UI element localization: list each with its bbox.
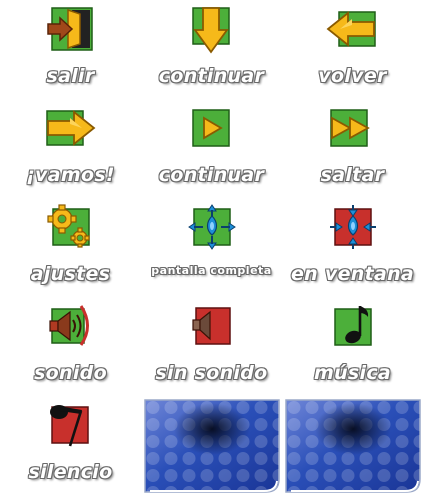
button-vamos[interactable]: ¡vamos! [0,99,141,198]
exit-door-icon [46,7,96,51]
button-ajustes[interactable]: ajustes [0,198,141,297]
button-label: volver [318,65,387,87]
button-label: salir [46,65,95,87]
button-silencio[interactable]: silencio [0,396,141,495]
button-label: sonido [34,362,107,384]
button-label: sin sonido [155,362,268,384]
button-sonido[interactable]: sonido [0,297,141,396]
button-label: música [313,362,392,384]
speaker-off-icon [192,307,232,345]
skip-icon [328,109,378,147]
button-en-ventana[interactable]: en ventana [282,198,423,297]
button-label: saltar [320,164,385,186]
button-label: silencio [28,461,113,483]
arrow-back-icon [326,9,378,49]
button-volver[interactable]: volver [282,0,423,99]
button-label: continuar [158,65,265,87]
music-off-icon [48,402,90,448]
button-continuar[interactable]: continuar [141,0,282,99]
arrow-forward-icon [44,108,96,148]
fullscreen-icon [188,204,236,250]
button-label: ajustes [30,263,111,285]
button-sin-sonido[interactable]: sin sonido [141,297,282,396]
music-note-icon [333,303,373,347]
button-label: ¡vamos! [26,164,115,186]
button-label: continuar [158,164,265,186]
arrow-down-icon [191,6,231,54]
play-icon [192,109,230,147]
windowed-icon [329,204,377,250]
button-musica[interactable]: música [282,297,423,396]
button-background-panel [144,399,280,497]
speaker-on-icon [48,303,96,347]
button-label: en ventana [290,263,415,285]
button-label: pantalla completa [151,264,272,277]
button-background-panel [285,399,421,497]
gears-icon [47,204,93,248]
button-salir[interactable]: salir [0,0,141,99]
button-saltar[interactable]: saltar [282,99,423,198]
button-continuar-play[interactable]: continuar [141,99,282,198]
button-pantalla-completa[interactable]: pantalla completa [141,198,282,297]
